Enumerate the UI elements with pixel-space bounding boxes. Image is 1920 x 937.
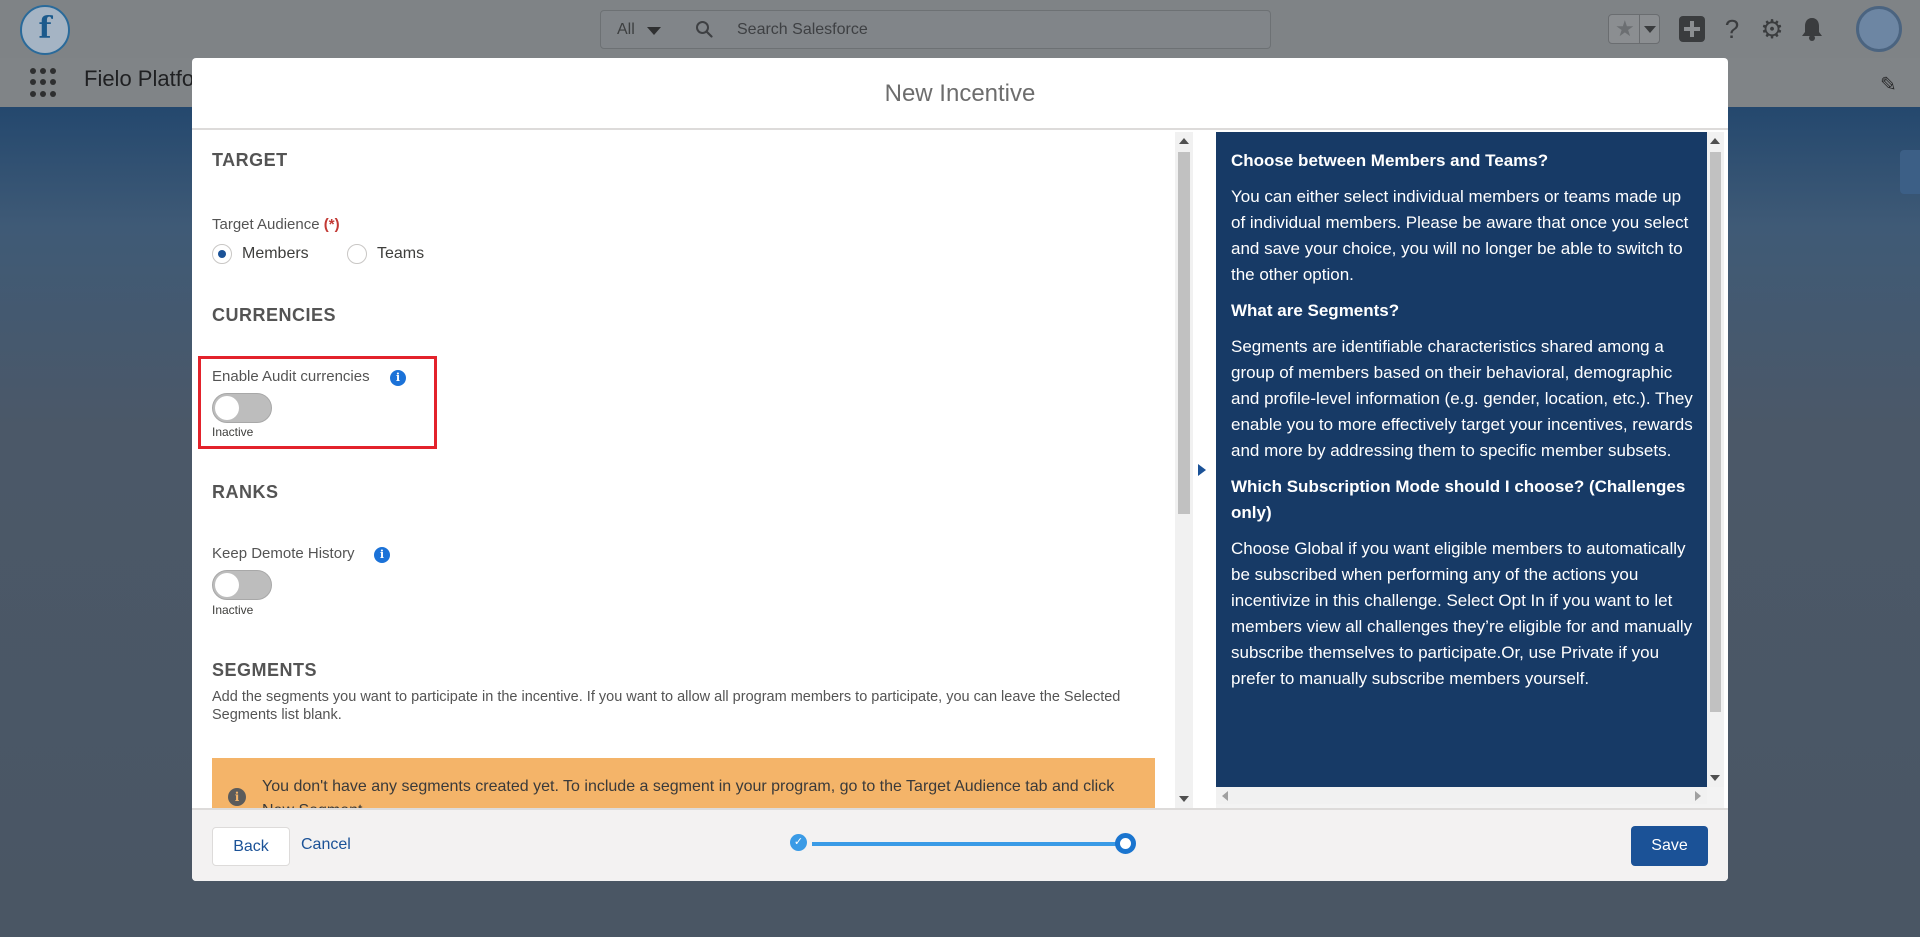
target-audience-label-text: Target Audience — [212, 216, 320, 233]
gear-icon[interactable]: ⚙ — [1752, 9, 1792, 49]
help-horizontal-scrollbar[interactable] — [1216, 787, 1707, 804]
collapse-help-icon[interactable] — [1198, 464, 1206, 476]
scroll-up-icon[interactable] — [1179, 138, 1189, 144]
modal-header: New Incentive — [192, 58, 1728, 130]
help-answer: Segments are identifiable characteristic… — [1231, 337, 1693, 460]
help-panel: Choose between Members and Teams? You ca… — [1216, 132, 1724, 808]
scroll-up-icon[interactable] — [1710, 138, 1720, 144]
segments-warning: i You don't have any segments created ye… — [212, 758, 1155, 808]
new-incentive-modal: New Incentive TARGET Target Audience (*)… — [192, 58, 1728, 881]
target-audience-label: Target Audience (*) — [212, 216, 340, 233]
chevron-down-icon — [647, 27, 661, 35]
section-title-target: TARGET — [212, 150, 288, 170]
help-answer: You can either select individual members… — [1231, 187, 1689, 284]
keep-demote-history-toggle[interactable] — [212, 570, 272, 600]
global-header: f All Search Salesforce ★ ? ⚙ — [0, 0, 1920, 58]
form-pane: TARGET Target Audience (*) Members Teams… — [192, 132, 1175, 808]
help-vertical-scrollbar[interactable] — [1707, 132, 1724, 787]
scroll-down-icon[interactable] — [1710, 775, 1720, 781]
toggle-knob — [215, 573, 239, 597]
scroll-right-icon[interactable] — [1695, 791, 1701, 801]
step-current[interactable] — [1115, 833, 1136, 854]
scrollbar-thumb[interactable] — [1710, 152, 1721, 712]
toggle-knob — [215, 396, 239, 420]
enable-audit-currencies-label: Enable Audit currencies — [212, 368, 370, 385]
cancel-button[interactable]: Cancel — [301, 836, 351, 854]
help-question: What are Segments? — [1231, 301, 1400, 320]
section-title-currencies: CURRENCIES — [212, 305, 337, 325]
save-button[interactable]: Save — [1631, 826, 1708, 866]
help-answer: Choose Global if you want eligible membe… — [1231, 539, 1693, 688]
section-title-ranks: RANKS — [212, 482, 279, 502]
radio-members-label[interactable]: Members — [242, 245, 309, 263]
required-marker: (*) — [323, 216, 340, 233]
help-content: Choose between Members and Teams? You ca… — [1216, 132, 1707, 787]
step-completed-check-icon[interactable]: ✓ — [790, 834, 807, 851]
radio-teams-label[interactable]: Teams — [377, 245, 424, 263]
modal-body: TARGET Target Audience (*) Members Teams… — [192, 132, 1728, 808]
scroll-down-icon[interactable] — [1179, 796, 1189, 802]
demote-history-status: Inactive — [212, 603, 254, 617]
modal-title: New Incentive — [884, 80, 1036, 107]
utility-side-tab[interactable] — [1900, 150, 1920, 194]
keep-demote-history-label: Keep Demote History — [212, 545, 355, 562]
help-question: Which Subscription Mode should I choose?… — [1231, 477, 1686, 522]
favorites-dropdown-icon[interactable] — [1639, 15, 1659, 43]
bell-icon[interactable] — [1792, 9, 1832, 49]
search-scope-select[interactable]: All — [600, 10, 674, 49]
app-name: Fielo Platfo — [84, 66, 195, 91]
segments-warning-text: You don't have any segments created yet.… — [262, 778, 1115, 808]
help-icon[interactable]: ? — [1712, 9, 1752, 49]
progress-indicator — [812, 842, 1122, 846]
edit-nav-icon[interactable]: ✎ — [1880, 72, 1897, 97]
search-placeholder: Search Salesforce — [737, 21, 868, 38]
star-icon: ★ — [1615, 16, 1635, 41]
app-launcher-icon[interactable] — [30, 68, 60, 98]
info-icon: i — [228, 788, 246, 806]
global-create-icon[interactable] — [1672, 9, 1712, 49]
form-scrollbar[interactable] — [1175, 132, 1193, 808]
scroll-left-icon[interactable] — [1222, 791, 1228, 801]
info-icon[interactable]: i — [374, 547, 390, 563]
audit-currencies-status: Inactive — [212, 425, 254, 439]
info-icon[interactable]: i — [390, 370, 406, 386]
search-scope-value: All — [617, 21, 635, 38]
user-avatar[interactable] — [1856, 6, 1902, 52]
search-icon — [696, 21, 713, 38]
scrollbar-thumb[interactable] — [1178, 152, 1190, 514]
enable-audit-currencies-toggle[interactable] — [212, 393, 272, 423]
radio-teams[interactable] — [347, 244, 367, 264]
radio-members[interactable] — [212, 244, 232, 264]
segments-description: Add the segments you want to participate… — [212, 689, 1121, 723]
help-question: Choose between Members and Teams? — [1231, 151, 1549, 170]
back-button[interactable]: Back — [212, 827, 290, 866]
favorites-button[interactable]: ★ — [1608, 14, 1660, 44]
modal-footer: Back Cancel ✓ Save — [192, 808, 1728, 881]
global-search-input[interactable]: Search Salesforce — [673, 10, 1271, 49]
section-title-segments: SEGMENTS — [212, 660, 318, 680]
fielo-logo[interactable]: f — [20, 5, 70, 55]
